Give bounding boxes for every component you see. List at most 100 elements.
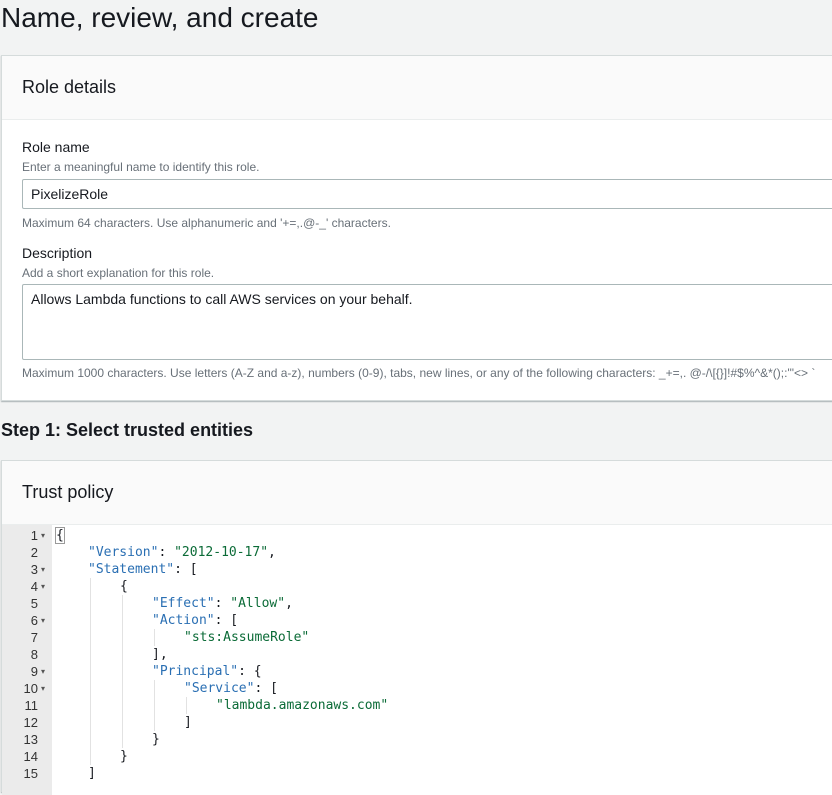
json-punctuation: ], <box>152 647 168 662</box>
json-punctuation: } <box>120 749 128 764</box>
code-text: "sts:AssumeRole" <box>184 629 309 646</box>
code-line: 12] <box>2 714 832 731</box>
chevron-down-icon[interactable]: ▾ <box>41 561 45 578</box>
description-hint: Add a short explanation for this role. <box>22 266 215 280</box>
code-line: 15] <box>2 765 832 782</box>
json-key: "Statement" <box>88 562 175 577</box>
json-punctuation: ] <box>88 766 96 781</box>
trust-policy-panel: Trust policy 1 ▾{2 "Version": "2012-10-17"… <box>1 460 832 795</box>
code-text: ] <box>184 714 192 731</box>
indent-guide <box>90 629 91 646</box>
chevron-down-icon[interactable]: ▾ <box>41 680 45 697</box>
indent-guide <box>154 629 155 646</box>
json-punctuation: ] <box>184 715 192 730</box>
json-string: "lambda.amazonaws.com" <box>216 698 389 713</box>
code-text: { <box>120 578 128 595</box>
line-number: 13 <box>23 732 38 747</box>
indent-guide <box>154 697 155 714</box>
trust-policy-editor[interactable]: 1 ▾{2 "Version": "2012-10-17", 3 ▾ "Statement… <box>2 525 832 795</box>
code-text: ], <box>152 646 168 663</box>
indent-guide <box>122 629 123 646</box>
indent-guide <box>122 731 123 748</box>
json-key: "Version" <box>88 545 159 560</box>
indent-guide <box>122 612 123 629</box>
code-text: "Version": "2012-10-17", <box>88 544 276 561</box>
indent-guide <box>122 646 123 663</box>
indent-guide <box>90 748 91 765</box>
code-text: } <box>152 731 160 748</box>
code-line: 7 "sts:AssumeRole" <box>2 629 832 646</box>
indent-guide <box>122 714 123 731</box>
line-number: 11 <box>24 698 39 713</box>
code-line: 3 ▾ "Statement": [ <box>2 561 832 578</box>
indent-guide <box>90 714 91 731</box>
description-textarea[interactable]: Allows Lambda functions to call AWS serv… <box>22 284 832 360</box>
json-punctuation: : [ <box>174 562 198 577</box>
json-string: "2012-10-17" <box>174 545 269 560</box>
json-punctuation: } <box>152 732 160 747</box>
json-punctuation: : <box>158 545 175 560</box>
role-name-input[interactable] <box>22 179 832 209</box>
json-punctuation: { <box>55 527 65 544</box>
indent-guide <box>90 646 91 663</box>
line-number: 1 <box>30 528 38 543</box>
indent-guide <box>90 663 91 680</box>
line-number: 2 <box>30 545 38 560</box>
json-string: "sts:AssumeRole" <box>184 630 310 645</box>
code-text: "lambda.amazonaws.com" <box>216 697 388 714</box>
step1-heading: Step 1: Select trusted entities <box>1 420 254 440</box>
code-line: 9 ▾ "Principal": { <box>2 663 832 680</box>
line-number: 3 <box>30 562 38 577</box>
line-number: 12 <box>23 715 38 730</box>
json-punctuation: , <box>268 545 276 560</box>
indent-guide <box>154 680 155 697</box>
code-text: "Service": [ <box>184 680 278 697</box>
json-key: "Action" <box>152 613 215 628</box>
line-number: 8 <box>30 647 38 662</box>
indent-guide <box>90 680 91 697</box>
json-key: "Principal" <box>152 664 239 679</box>
indent-guide <box>186 697 187 714</box>
code-text: { <box>55 527 65 544</box>
code-line: 11 "lambda.amazonaws.com" <box>2 697 832 714</box>
code-text: "Effect": "Allow", <box>152 595 293 612</box>
code-text: } <box>120 748 128 765</box>
page-title: Name, review, and create <box>1 2 319 33</box>
description-label: Description <box>22 245 93 261</box>
code-line: 14} <box>2 748 832 765</box>
role-details-title: Role details <box>22 77 117 97</box>
code-line: 6 ▾ "Action": [ <box>2 612 832 629</box>
chevron-down-icon[interactable]: ▾ <box>41 663 45 680</box>
json-punctuation: : [ <box>254 681 278 696</box>
code-text: "Statement": [ <box>88 561 198 578</box>
chevron-down-icon[interactable]: ▾ <box>41 612 45 629</box>
line-number: 7 <box>30 630 38 645</box>
role-name-constraint: Maximum 64 characters. Use alphanumeric … <box>22 216 391 230</box>
indent-guide <box>90 612 91 629</box>
line-number: 6 <box>30 613 38 628</box>
indent-guide <box>154 714 155 731</box>
role-details-panel: Role details Role name Enter a meaningfu… <box>1 55 832 401</box>
json-punctuation: : [ <box>214 613 239 628</box>
json-punctuation: , <box>285 596 293 611</box>
line-number: 4 <box>30 579 38 594</box>
code-text: ] <box>88 765 96 782</box>
json-punctuation: : <box>214 596 231 611</box>
indent-guide <box>122 680 123 697</box>
chevron-down-icon[interactable]: ▾ <box>41 578 45 595</box>
trust-policy-title: Trust policy <box>22 482 114 502</box>
indent-guide <box>90 731 91 748</box>
json-key: "Effect" <box>152 596 215 611</box>
code-line: 5 "Effect": "Allow", <box>2 595 832 612</box>
line-number: 14 <box>23 749 38 764</box>
json-punctuation: : { <box>238 664 262 679</box>
chevron-down-icon[interactable]: ▾ <box>41 527 45 544</box>
line-number: 5 <box>30 596 38 611</box>
indent-guide <box>122 697 123 714</box>
code-text: "Principal": { <box>152 663 262 680</box>
code-line: 8], <box>2 646 832 663</box>
role-name-label: Role name <box>22 139 90 155</box>
code-line: 1 ▾ { <box>2 527 832 544</box>
description-constraint: Maximum 1000 characters. Use letters (A-… <box>22 366 816 380</box>
line-number: 15 <box>23 766 38 781</box>
